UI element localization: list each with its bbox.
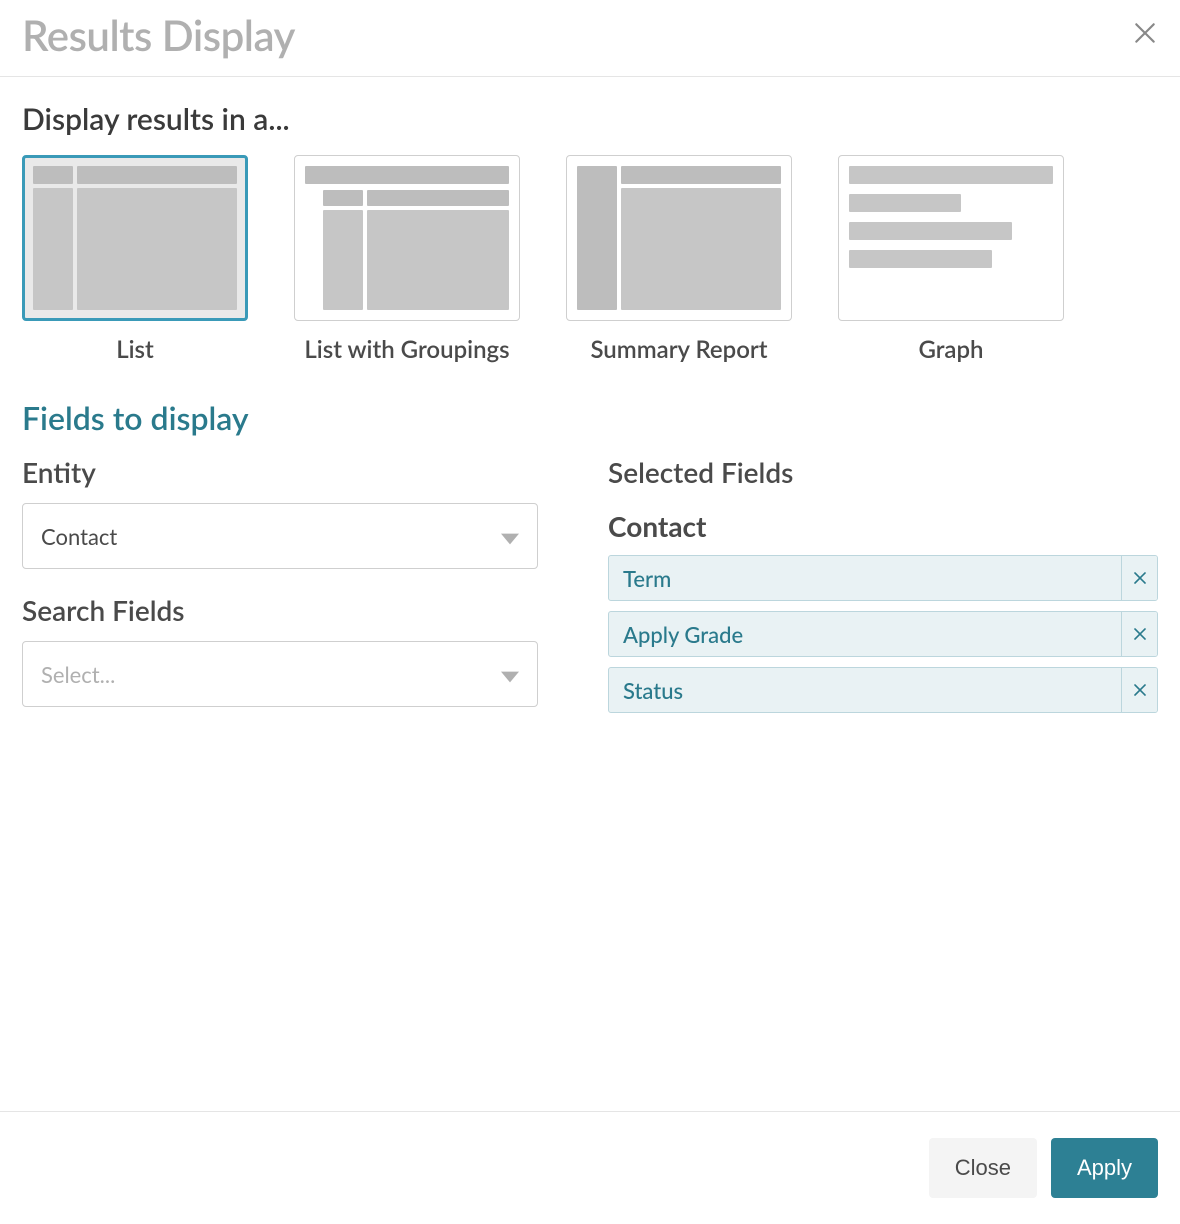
right-column: Selected Fields Contact Term Apply Grade… <box>608 455 1158 723</box>
remove-field-button[interactable] <box>1121 668 1157 712</box>
display-options: List Li <box>22 155 1158 364</box>
chevron-down-icon <box>501 523 519 550</box>
display-option-summary-label: Summary Report <box>590 335 767 364</box>
entity-select[interactable]: Contact <box>22 503 538 569</box>
graph-thumbnail <box>838 155 1064 321</box>
close-icon[interactable] <box>1132 20 1158 50</box>
chip-label: Status <box>609 668 1121 712</box>
search-fields-label: Search Fields <box>22 593 572 627</box>
list-groupings-thumbnail <box>294 155 520 321</box>
summary-thumbnail <box>566 155 792 321</box>
dialog-title: Results Display <box>22 10 295 60</box>
close-button[interactable]: Close <box>929 1138 1037 1198</box>
display-option-list-groupings-label: List with Groupings <box>304 335 509 364</box>
selected-field-chip[interactable]: Apply Grade <box>608 611 1158 657</box>
results-display-dialog: Results Display Display results in a... <box>0 0 1180 1224</box>
display-option-summary[interactable]: Summary Report <box>566 155 792 364</box>
display-option-graph[interactable]: Graph <box>838 155 1064 364</box>
search-fields-select[interactable]: Select... <box>22 641 538 707</box>
remove-field-button[interactable] <box>1121 612 1157 656</box>
selected-field-chip[interactable]: Term <box>608 555 1158 601</box>
search-fields-placeholder: Select... <box>41 661 115 688</box>
display-option-list-groupings[interactable]: List with Groupings <box>294 155 520 364</box>
list-thumbnail <box>22 155 248 321</box>
display-option-graph-label: Graph <box>918 335 983 364</box>
display-format-heading: Display results in a... <box>22 101 1158 137</box>
entity-label: Entity <box>22 455 572 489</box>
dialog-footer: Close Apply <box>0 1111 1180 1224</box>
display-option-list-label: List <box>116 335 154 364</box>
selected-group-heading: Contact <box>608 509 1158 543</box>
selected-fields-label: Selected Fields <box>608 455 1158 489</box>
display-option-list[interactable]: List <box>22 155 248 364</box>
left-column: Entity Contact Search Fields Select... <box>22 455 572 723</box>
chip-label: Apply Grade <box>609 612 1121 656</box>
entity-select-value: Contact <box>41 523 117 550</box>
fields-to-display-heading: Fields to display <box>22 398 1158 437</box>
selected-field-chip[interactable]: Status <box>608 667 1158 713</box>
remove-field-button[interactable] <box>1121 556 1157 600</box>
chip-label: Term <box>609 556 1121 600</box>
dialog-header: Results Display <box>0 0 1180 77</box>
fields-columns: Entity Contact Search Fields Select... S… <box>22 455 1158 723</box>
apply-button[interactable]: Apply <box>1051 1138 1158 1198</box>
dialog-body: Display results in a... List <box>0 77 1180 1111</box>
chevron-down-icon <box>501 661 519 688</box>
